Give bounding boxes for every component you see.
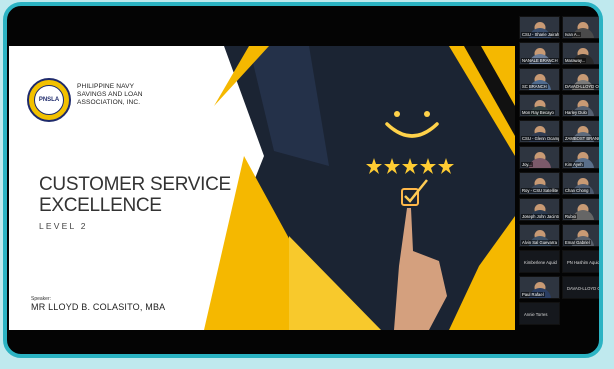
participant-name: NANALE BRANCH (521, 58, 559, 63)
participant-name: Harley Dulo (564, 110, 588, 115)
presentation-slide: PNSLA PHILIPPINE NAVY SAVINGS AND LOAN A… (9, 46, 515, 330)
participant-name: Emar Gabriel (564, 240, 591, 245)
smiley-eye-right (424, 111, 430, 117)
participant-name: Alvin Sal Guevarra (521, 240, 558, 245)
video-call-frame: PNSLA PHILIPPINE NAVY SAVINGS AND LOAN A… (3, 2, 603, 358)
participant-name: Ivan A... (564, 32, 582, 37)
slide-level: LEVEL 2 (39, 221, 88, 231)
organization-name: PHILIPPINE NAVY SAVINGS AND LOAN ASSOCIA… (77, 83, 187, 107)
slide-title: CUSTOMER SERVICE EXCELLENCE LEVEL 2 (39, 174, 231, 231)
participant-tile[interactable]: DAVAO-LLOYD CO (562, 276, 603, 299)
org-name-line: ASSOCIATION, INC. (77, 99, 141, 106)
participant-name: DAVAO-LLOYD CO (567, 286, 603, 292)
participant-name: Kimberlene Aquid (524, 260, 557, 266)
org-name-line: PHILIPPINE NAVY (77, 83, 135, 90)
participant-tile[interactable]: CSU - Glenn Ocampo (519, 120, 560, 143)
slide-title-line: EXCELLENCE (39, 195, 162, 216)
participant-name: Annie Torres (524, 312, 548, 318)
participant-tile[interactable]: Emar Gabriel (562, 224, 599, 247)
participant-tile[interactable]: DAVAO-LLOYD CO (562, 68, 602, 91)
participant-name: Joy... (521, 162, 533, 167)
participant-tile[interactable]: Annie Torres (519, 302, 560, 325)
participant-name: CSU - Sharie Jairah B. (521, 32, 560, 37)
participant-name: Maraway... (564, 58, 587, 63)
participant-tile[interactable]: Kim Ayeh (562, 146, 599, 169)
participant-tile[interactable]: Alvin Sal Guevarra (519, 224, 560, 247)
participant-tile[interactable]: Paul Rafael (519, 276, 560, 299)
speaker-info: Speaker: MR LLOYD B. COLASITO, MBA (31, 296, 165, 312)
participant-tile[interactable]: NANALE BRANCH (519, 42, 560, 65)
participant-name: Chan Chong (564, 188, 590, 193)
participant-tile[interactable]: Rubio (562, 198, 599, 221)
org-name-line: SAVINGS AND LOAN (77, 91, 143, 98)
participant-tile[interactable]: Roy - CSU Satellite Office (519, 172, 560, 195)
participant-name: Rubio (564, 214, 577, 219)
participant-tile[interactable]: CSU - Sharie Jairah B. (519, 16, 560, 39)
participant-gallery[interactable]: CSU - Sharie Jairah B. Ivan A... NANALE BR… (519, 16, 603, 354)
participant-tile[interactable]: Chan Chong (562, 172, 599, 195)
organization-logo: PNSLA (27, 78, 71, 122)
participant-name: SC BRANCH (521, 84, 548, 89)
participant-tile[interactable]: SC BRANCH (519, 68, 560, 91)
participant-tile[interactable]: ZAMBOST BRANCH (562, 120, 603, 143)
participant-tile[interactable]: Ivan A... (562, 16, 599, 39)
slide-title-line: CUSTOMER SERVICE (39, 174, 231, 195)
participant-name: ZAMBOST BRANCH (564, 136, 603, 141)
logo-emblem: PNSLA (34, 85, 64, 115)
participant-tile[interactable]: Maraway... (562, 42, 599, 65)
participant-name: CSU - Glenn Ocampo (521, 136, 560, 141)
participant-tile[interactable]: Mon Ray Becayo (519, 94, 560, 117)
participant-tile[interactable]: Joy... (519, 146, 560, 169)
participant-tile[interactable]: Harley Dulo (562, 94, 599, 117)
participant-name: Mon Ray Becayo (521, 110, 555, 115)
participant-name: Paul Rafael (521, 292, 545, 297)
participant-name: DAVAO-LLOYD CO (564, 84, 602, 89)
smiley-eye-left (394, 111, 400, 117)
participant-name: Roy - CSU Satellite Office (521, 188, 559, 193)
speaker-name: MR LLOYD B. COLASITO, MBA (31, 302, 166, 312)
participant-tile[interactable]: Joseph John Jacinto (519, 198, 560, 221)
participant-tile[interactable]: Kimberlene Aquid (519, 250, 560, 273)
participant-tile[interactable]: PN Hashim Aquid (562, 250, 600, 273)
participant-name: PN Hashim Aquid (567, 260, 600, 266)
participant-name: Kim Ayeh (564, 162, 584, 167)
participant-name: Joseph John Jacinto (521, 214, 560, 219)
